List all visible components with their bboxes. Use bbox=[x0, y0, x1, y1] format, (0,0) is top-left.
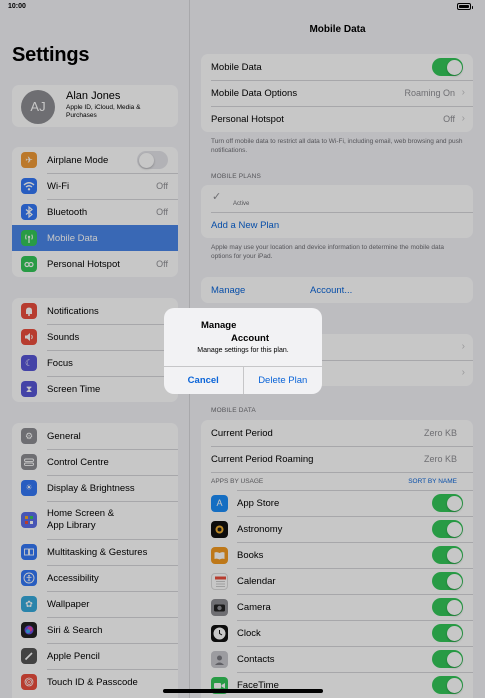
home-indicator[interactable] bbox=[163, 689, 323, 693]
cancel-button[interactable]: Cancel bbox=[164, 367, 244, 394]
ipad-screen: 10:00 Settings AJ Alan Jones Apple ID, i… bbox=[0, 0, 485, 698]
delete-plan-button[interactable]: Delete Plan bbox=[244, 367, 323, 394]
alert-title-line1: Manage bbox=[201, 320, 237, 331]
manage-account-alert: Manage Account Manage settings for this … bbox=[164, 308, 322, 394]
alert-buttons: Cancel Delete Plan bbox=[164, 366, 322, 394]
alert-title-line2: Account bbox=[231, 333, 269, 344]
alert-message: Manage settings for this plan. bbox=[197, 347, 289, 354]
